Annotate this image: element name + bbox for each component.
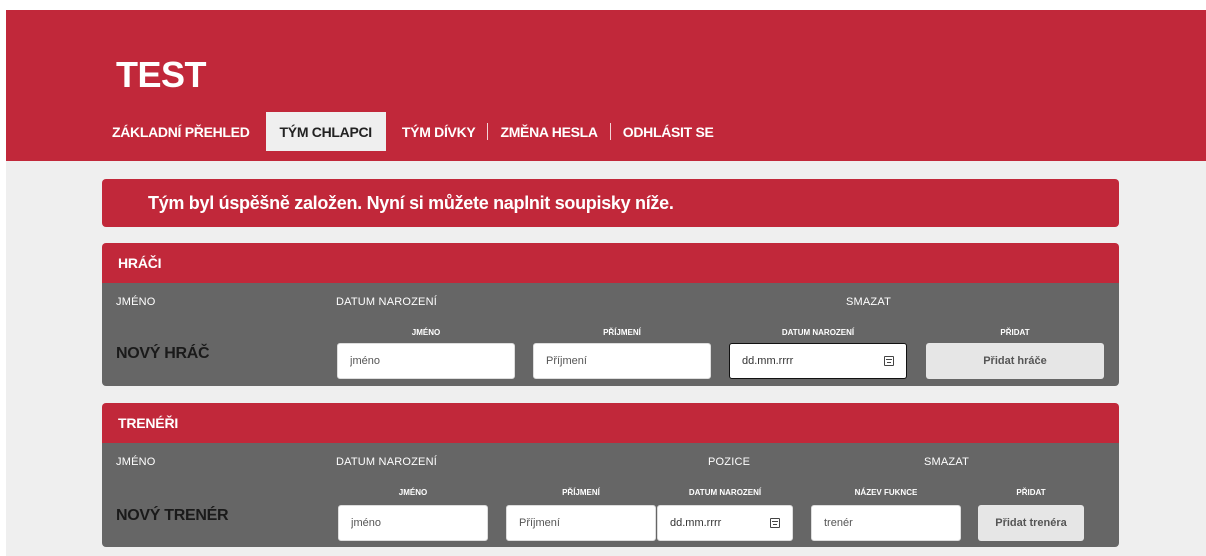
column-header-name: JMÉNO xyxy=(116,456,156,468)
nav-item-overview[interactable]: ZÁKLADNÍ PŘEHLED xyxy=(100,112,262,151)
coach-first-name-input[interactable] xyxy=(338,505,488,541)
coach-dob-input[interactable]: dd.mm.rrrr xyxy=(657,505,793,541)
player-first-name-input[interactable] xyxy=(337,343,515,379)
column-header-name: JMÉNO xyxy=(116,296,156,308)
players-panel-title: HRÁČI xyxy=(102,243,1119,283)
add-player-button[interactable]: Přidat hráče xyxy=(926,343,1104,379)
coaches-table: JMÉNO DATUM NAROZENÍ POZICE SMAZAT NOVÝ … xyxy=(102,443,1119,547)
success-alert: Tým byl úspěšně založen. Nyní si můžete … xyxy=(102,179,1119,227)
field-label-last-name: PŘÍJMENÍ xyxy=(562,488,600,497)
nav-item-logout[interactable]: ODHLÁSIT SE xyxy=(611,112,726,151)
nav-item-girls-team[interactable]: TÝM DÍVKY xyxy=(390,112,488,151)
field-label-add: PŘIDAT xyxy=(1000,328,1030,337)
coaches-panel: TRENÉŘI JMÉNO DATUM NAROZENÍ POZICE SMAZ… xyxy=(102,403,1119,547)
player-dob-value: dd.mm.rrrr xyxy=(742,355,794,367)
coach-role-input[interactable] xyxy=(811,505,961,541)
field-label-first-name: JMÉNO xyxy=(411,328,441,337)
column-header-dob: DATUM NAROZENÍ xyxy=(336,456,437,468)
field-label-dob: DATUM NAROZENÍ xyxy=(781,328,855,337)
new-player-label: NOVÝ HRÁČ xyxy=(116,345,210,362)
coach-last-name-input[interactable] xyxy=(506,505,656,541)
column-header-role: POZICE xyxy=(708,456,751,468)
main-nav: ZÁKLADNÍ PŘEHLED TÝM CHLAPCI TÝM DÍVKY Z… xyxy=(100,112,726,151)
players-table: JMÉNO DATUM NAROZENÍ SMAZAT NOVÝ HRÁČ JM… xyxy=(102,283,1119,386)
coaches-panel-title: TRENÉŘI xyxy=(102,403,1119,443)
nav-item-boys-team[interactable]: TÝM CHLAPCI xyxy=(265,112,386,151)
player-last-name-input[interactable] xyxy=(533,343,711,379)
add-coach-button[interactable]: Přidat trenéra xyxy=(978,505,1084,541)
column-header-delete: SMAZAT xyxy=(924,456,969,468)
field-label-add: PŘIDAT xyxy=(1016,488,1046,497)
new-coach-label: NOVÝ TRENÉR xyxy=(116,507,229,524)
field-label-dob: DATUM NAROZENÍ xyxy=(688,488,762,497)
calendar-icon[interactable] xyxy=(770,518,780,528)
site-title: TEST xyxy=(116,54,207,95)
coach-dob-value: dd.mm.rrrr xyxy=(670,517,722,529)
player-dob-input[interactable]: dd.mm.rrrr xyxy=(729,343,907,379)
column-header-dob: DATUM NAROZENÍ xyxy=(336,296,437,308)
field-label-last-name: PŘÍJMENÍ xyxy=(603,328,641,337)
field-label-first-name: JMÉNO xyxy=(398,488,428,497)
calendar-icon[interactable] xyxy=(884,356,894,366)
nav-item-change-password[interactable]: ZMĚNA HESLA xyxy=(488,112,609,151)
players-panel: HRÁČI JMÉNO DATUM NAROZENÍ SMAZAT NOVÝ H… xyxy=(102,243,1119,386)
field-label-role: NÁZEV FUKNCE xyxy=(854,488,918,497)
column-header-delete: SMAZAT xyxy=(846,296,891,308)
